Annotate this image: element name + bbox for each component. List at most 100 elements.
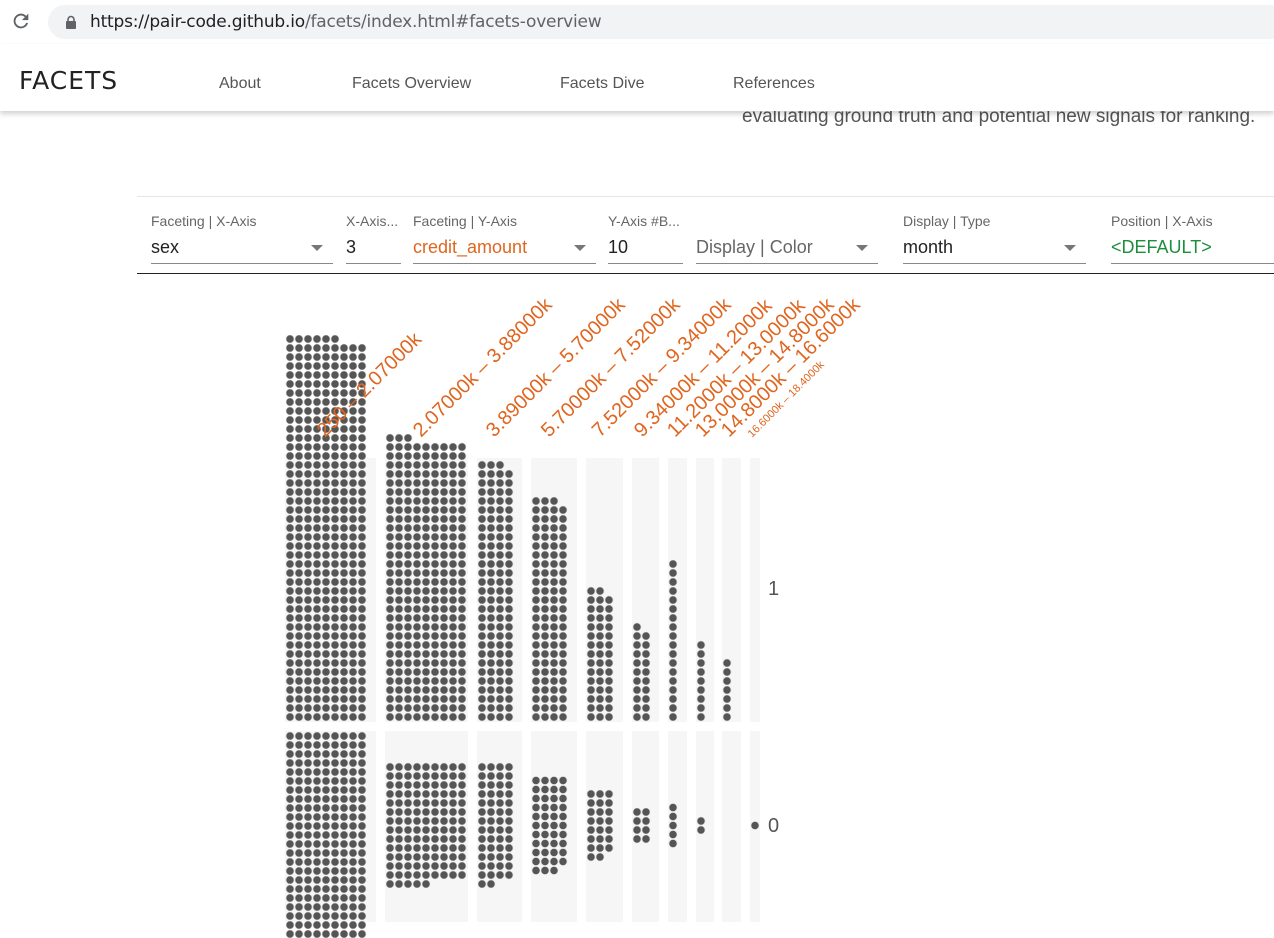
data-point[interactable] [495,550,505,560]
data-point[interactable] [632,807,642,817]
data-point[interactable] [285,361,295,371]
data-point[interactable] [330,343,340,353]
data-point[interactable] [595,816,605,826]
data-point[interactable] [495,514,505,524]
data-point[interactable] [531,694,541,704]
data-point[interactable] [495,843,505,853]
data-point[interactable] [285,848,295,858]
data-point[interactable] [486,577,496,587]
data-point[interactable] [412,460,422,470]
data-point[interactable] [457,640,467,650]
data-point[interactable] [285,658,295,668]
data-point[interactable] [457,798,467,808]
data-point[interactable] [504,640,514,650]
data-point[interactable] [412,577,422,587]
data-point[interactable] [330,712,340,722]
data-point[interactable] [394,541,404,551]
data-point[interactable] [321,379,331,389]
data-point[interactable] [421,852,431,862]
data-point[interactable] [385,523,395,533]
data-point[interactable] [558,586,568,596]
data-point[interactable] [339,487,349,497]
data-point[interactable] [540,803,550,812]
data-point[interactable] [457,703,467,713]
data-point[interactable] [540,496,550,506]
data-point[interactable] [421,658,431,668]
data-point[interactable] [394,442,404,452]
data-point[interactable] [321,460,331,470]
data-point[interactable] [285,622,295,632]
data-point[interactable] [412,703,422,713]
data-point[interactable] [385,460,395,470]
data-point[interactable] [412,595,422,605]
data-point[interactable] [549,857,559,866]
data-point[interactable] [303,758,313,768]
data-point[interactable] [495,541,505,551]
data-point[interactable] [558,712,568,722]
data-point[interactable] [394,834,404,844]
data-point[interactable] [285,920,295,930]
data-point[interactable] [403,676,413,686]
data-point[interactable] [285,685,295,695]
data-point[interactable] [477,559,487,569]
data-point[interactable] [339,740,349,750]
data-point[interactable] [457,852,467,862]
data-point[interactable] [312,884,322,894]
data-point[interactable] [477,852,487,862]
data-point[interactable] [321,848,331,858]
data-point[interactable] [357,613,367,623]
data-point[interactable] [595,789,605,799]
data-point[interactable] [339,821,349,831]
data-point[interactable] [321,884,331,894]
data-point[interactable] [486,703,496,713]
data-point[interactable] [303,469,313,479]
data-point[interactable] [540,694,550,704]
data-point[interactable] [430,703,440,713]
data-point[interactable] [448,798,458,808]
data-point[interactable] [540,586,550,596]
data-point[interactable] [412,469,422,479]
data-point[interactable] [294,577,304,587]
data-point[interactable] [430,514,440,524]
data-point[interactable] [421,451,431,461]
data-point[interactable] [448,780,458,790]
data-point[interactable] [339,622,349,632]
data-point[interactable] [294,848,304,858]
data-point[interactable] [439,631,449,641]
data-point[interactable] [486,676,496,686]
data-point[interactable] [540,658,550,668]
data-point[interactable] [549,676,559,686]
data-point[interactable] [421,514,431,524]
data-point[interactable] [439,568,449,578]
data-point[interactable] [457,712,467,722]
data-point[interactable] [457,834,467,844]
data-point[interactable] [285,586,295,596]
data-point[interactable] [430,496,440,506]
data-point[interactable] [303,406,313,416]
data-point[interactable] [439,514,449,524]
data-point[interactable] [495,703,505,713]
data-point[interactable] [540,830,550,839]
data-point[interactable] [421,667,431,677]
data-point[interactable] [403,843,413,853]
data-point[interactable] [330,731,340,741]
data-point[interactable] [486,541,496,551]
data-point[interactable] [321,893,331,903]
data-point[interactable] [403,762,413,772]
data-point[interactable] [495,771,505,781]
data-point[interactable] [303,902,313,912]
data-point[interactable] [303,866,313,876]
data-point[interactable] [294,397,304,407]
data-point[interactable] [448,640,458,650]
data-point[interactable] [421,640,431,650]
data-point[interactable] [403,433,413,443]
data-point[interactable] [321,703,331,713]
data-point[interactable] [412,825,422,835]
data-point[interactable] [312,568,322,578]
data-point[interactable] [321,550,331,560]
data-point[interactable] [486,523,496,533]
data-point[interactable] [285,559,295,569]
data-point[interactable] [448,649,458,659]
data-point[interactable] [430,532,440,542]
data-point[interactable] [448,550,458,560]
